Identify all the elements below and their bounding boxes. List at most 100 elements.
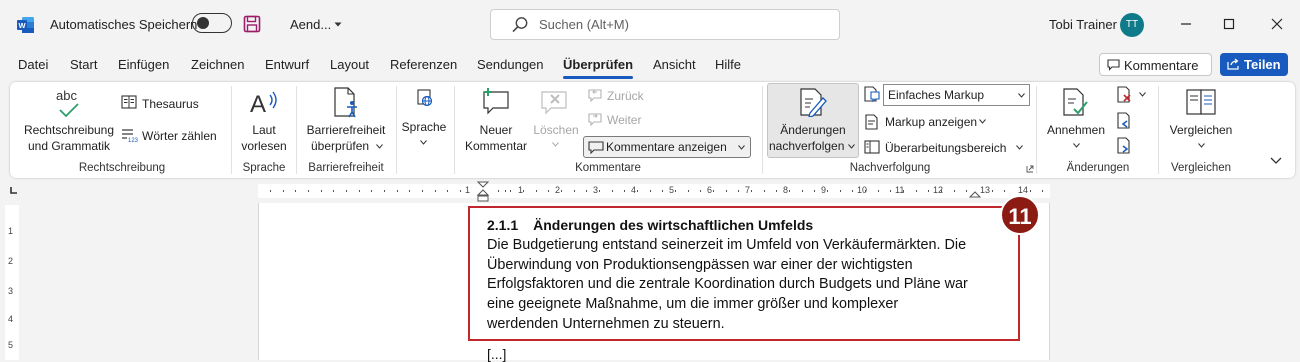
maximize-icon[interactable] (1217, 12, 1241, 36)
thesaurus-icon (121, 95, 137, 109)
tab-selector-icon[interactable] (9, 185, 19, 195)
minimize-icon[interactable] (1174, 12, 1198, 36)
ruler-tick (903, 190, 904, 192)
tab-entwurf[interactable]: Entwurf (265, 57, 309, 72)
ruler-tick (371, 190, 372, 192)
ruler-tick (992, 190, 993, 192)
section-heading[interactable]: 2.1.1 Änderungen des wirtschaftlichen Umf… (487, 217, 813, 233)
chevron-down-icon[interactable] (1016, 145, 1023, 150)
ruler-tick (688, 190, 689, 192)
svg-text:W: W (18, 21, 26, 30)
compare-icon (1186, 89, 1216, 115)
close-icon[interactable] (1265, 12, 1289, 36)
search-box[interactable]: Suchen (Alt+M) (490, 9, 840, 40)
vruler-number: 4 (8, 314, 14, 324)
group-separator (231, 86, 232, 174)
tab-referenzen[interactable]: Referenzen (390, 57, 457, 72)
ruler-tick (270, 190, 271, 192)
tab-zeichnen[interactable]: Zeichnen (191, 57, 244, 72)
chevron-down-icon[interactable] (1139, 92, 1146, 97)
read-aloud-icon: A (250, 91, 277, 118)
save-icon[interactable] (243, 15, 261, 33)
indent-marker-icon[interactable] (476, 181, 490, 203)
avatar[interactable]: TT (1120, 13, 1144, 37)
accessibility-line1[interactable]: Barrierefreiheit (300, 123, 392, 137)
horizontal-ruler[interactable] (258, 184, 1050, 198)
ruler-tick (941, 190, 942, 192)
tab-ansicht[interactable]: Ansicht (653, 57, 696, 72)
previous-comment-button[interactable]: Zurück (607, 89, 644, 103)
markup-select[interactable]: Einfaches Markup (883, 84, 1030, 106)
ruler-tick (675, 190, 676, 192)
share-button[interactable]: Teilen (1220, 53, 1288, 76)
ruler-tick (802, 190, 803, 192)
ruler-tick (409, 190, 410, 192)
chevron-down-icon[interactable] (334, 22, 342, 28)
collapse-ribbon-icon[interactable] (1270, 157, 1282, 165)
ruler-tick (510, 190, 511, 192)
user-name: Tobi Trainer (1049, 17, 1117, 32)
display-for-review-icon (864, 86, 880, 103)
show-markup-icon (865, 114, 878, 130)
comments-button[interactable]: Kommentare (1099, 53, 1212, 76)
delete-comment-icon (541, 91, 567, 115)
chevron-down-icon[interactable] (979, 119, 986, 124)
compare-button[interactable]: Vergleichen (1162, 123, 1240, 137)
chevron-down-icon[interactable] (1073, 143, 1080, 148)
ruler-tick (928, 190, 929, 192)
read-aloud-line2[interactable]: vorlesen (234, 139, 294, 153)
tab-start[interactable]: Start (70, 57, 97, 72)
show-markup-button[interactable]: Markup anzeigen (885, 115, 977, 129)
read-aloud-line1[interactable]: Laut (234, 123, 294, 137)
next-comment-button[interactable]: Weiter (607, 113, 641, 127)
new-comment-line2[interactable]: Kommentar (458, 139, 534, 153)
show-comments-button[interactable]: Kommentare anzeigen (583, 136, 751, 158)
tab-sendungen[interactable]: Sendungen (477, 57, 544, 72)
ruler-number: 7 (745, 185, 751, 195)
group-separator (454, 86, 455, 174)
document-name[interactable]: Aend... (290, 17, 331, 32)
ruler-tick (1030, 190, 1031, 192)
next-change-icon[interactable] (1116, 137, 1134, 155)
thesaurus-button[interactable]: Thesaurus (142, 97, 199, 111)
reviewing-pane-button[interactable]: Überarbeitungsbereich (885, 141, 1006, 155)
ruler-tick (283, 190, 284, 192)
chevron-down-icon[interactable] (376, 144, 383, 149)
chevron-down-icon[interactable] (420, 140, 427, 145)
word-count-button[interactable]: Wörter zählen (142, 129, 217, 143)
group-label-nachverfolgung: Nachverfolgung (849, 162, 931, 174)
chevron-down-icon[interactable] (552, 142, 559, 147)
accessibility-line2[interactable]: überprüfen (311, 139, 369, 153)
autosave-label: Automatisches Speichern (50, 17, 198, 32)
tab-hilfe[interactable]: Hilfe (715, 57, 741, 72)
tab-einfuegen[interactable]: Einfügen (118, 57, 169, 72)
reject-icon[interactable] (1116, 86, 1134, 104)
tab-layout[interactable]: Layout (330, 57, 369, 72)
vruler-number: 5 (8, 340, 14, 350)
accept-button[interactable]: Annehmen (1040, 123, 1112, 137)
dialog-launcher-icon[interactable] (1026, 165, 1034, 173)
ruler-tick (498, 190, 499, 192)
paragraph-line: Die Budgetierung entstand seinerzeit im … (487, 237, 967, 253)
paragraph-line: Überwindung von Produktionsengpässen war… (487, 256, 913, 273)
chevron-down-icon[interactable] (1198, 143, 1205, 148)
tab-datei[interactable]: Datei (18, 57, 48, 72)
spelling-button-line2[interactable]: und Grammatik (22, 139, 116, 153)
group-separator (396, 86, 397, 174)
previous-change-icon[interactable] (1116, 112, 1134, 130)
tab-ueberpruefen[interactable]: Überprüfen (563, 57, 633, 72)
group-separator (296, 86, 297, 174)
body-paragraph[interactable]: Die Budgetierung entstand seinerzeit im … (487, 236, 1007, 335)
autosave-toggle[interactable] (192, 13, 232, 33)
group-separator (1158, 86, 1159, 174)
previous-comment-icon (588, 89, 602, 102)
ruler-tick (700, 190, 701, 192)
delete-comment-button[interactable]: Löschen (532, 123, 580, 137)
language-button[interactable]: Sprache (398, 120, 450, 134)
ruler-tick (359, 190, 360, 192)
chevron-down-icon[interactable] (848, 144, 855, 149)
new-comment-line1[interactable]: Neuer (458, 123, 534, 137)
spelling-button-line1[interactable]: Rechtschreibung (22, 123, 116, 137)
abc-label: abc (56, 88, 77, 103)
word-count-icon: 123 (122, 129, 139, 143)
